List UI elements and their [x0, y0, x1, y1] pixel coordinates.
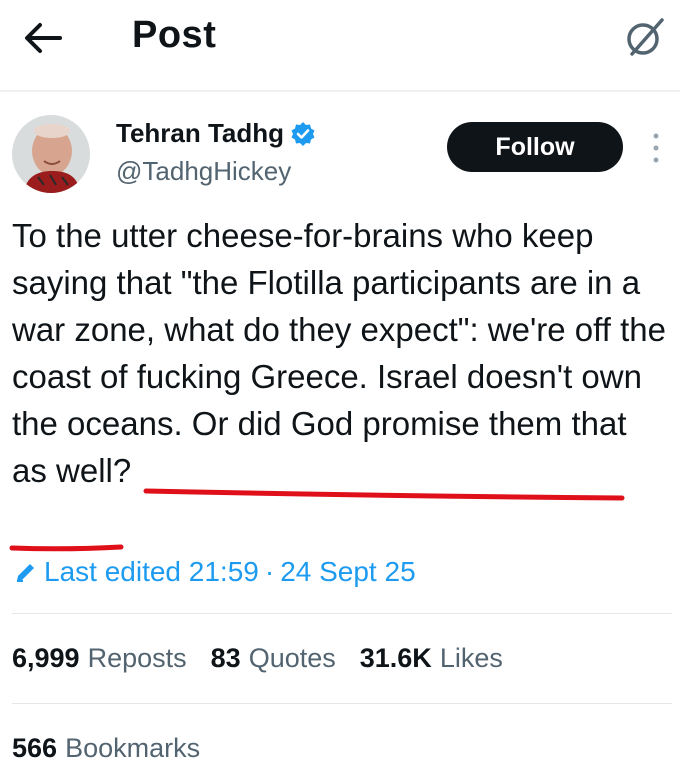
stats-divider-top: [12, 613, 672, 614]
edited-date: 24 Sept 25: [280, 556, 416, 587]
bookmarks-label: Bookmarks: [65, 733, 201, 763]
stats-divider-bottom: [12, 703, 672, 704]
quotes-stat[interactable]: 83 Quotes: [211, 643, 336, 674]
bookmarks-count: 566: [12, 733, 58, 763]
top-bar: Post: [0, 0, 680, 90]
quotes-count: 83: [210, 643, 241, 673]
more-options-icon[interactable]: [646, 130, 666, 166]
reposts-stat[interactable]: 6,999 Reposts: [12, 643, 187, 674]
tweet-text: To the utter cheese-for-brains who keep …: [12, 212, 668, 494]
likes-stat[interactable]: 31.6K Likes: [360, 643, 503, 674]
red-underline-line-2: [9, 544, 124, 552]
pencil-icon: [17, 564, 34, 582]
avatar[interactable]: [12, 115, 90, 193]
edited-separator: ·: [264, 556, 275, 587]
page-title: Post: [132, 14, 217, 56]
author-name[interactable]: Tehran Tadhg: [116, 118, 316, 149]
author-name-text: Tehran Tadhg: [116, 118, 285, 148]
bookmarks-stat[interactable]: 566 Bookmarks: [12, 733, 200, 764]
quotes-label: Quotes: [248, 643, 336, 673]
reposts-label: Reposts: [87, 643, 187, 673]
edited-label: Last edited: [44, 556, 181, 587]
edit-history-link[interactable]: Last edited 21:59 · 24 Sept 25: [14, 556, 416, 588]
header-divider: [0, 90, 680, 92]
author-handle[interactable]: @TadhgHickey: [116, 156, 291, 187]
likes-label: Likes: [439, 643, 503, 673]
arrow-left-icon[interactable]: [22, 20, 64, 56]
likes-count: 31.6K: [359, 643, 432, 673]
follow-button[interactable]: Follow: [447, 122, 623, 172]
grok-icon[interactable]: [622, 14, 668, 60]
reposts-count: 6,999: [12, 643, 80, 673]
edited-time: 21:59: [188, 556, 259, 587]
verified-badge-icon: [291, 121, 315, 146]
engagement-stats: 6,999 Reposts 83 Quotes 31.6K Likes: [12, 643, 527, 674]
